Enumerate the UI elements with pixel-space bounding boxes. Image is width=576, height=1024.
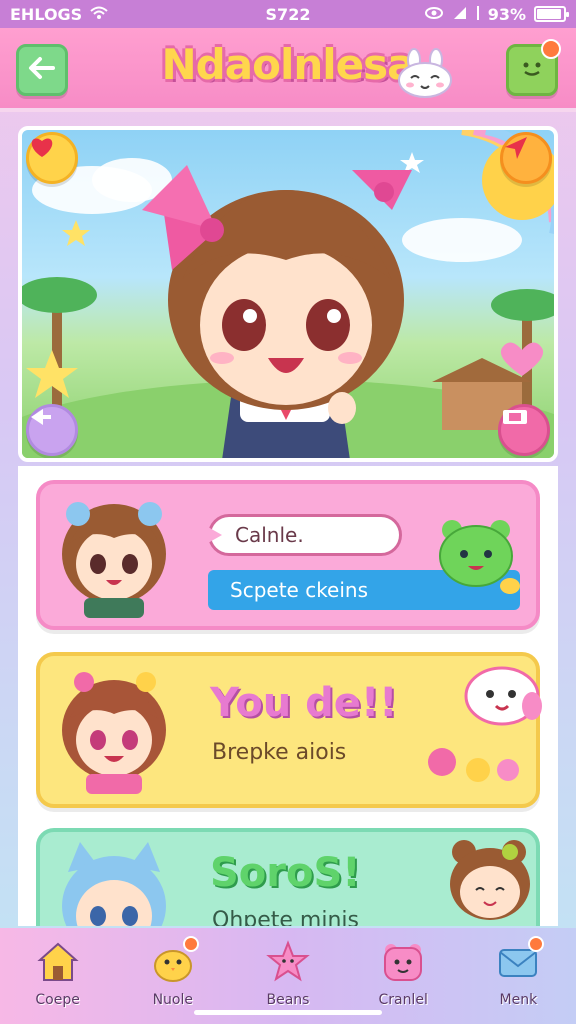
battery-icon <box>534 6 569 22</box>
app-header: Ndaolnlesa <box>0 28 576 112</box>
hero-banner <box>18 126 558 462</box>
bunny-mascot-icon <box>394 48 456 102</box>
arrow-left-icon <box>28 56 56 84</box>
previous-button[interactable] <box>26 404 78 456</box>
nav-label: Cranlel <box>378 992 428 1008</box>
favorite-button[interactable] <box>26 132 78 184</box>
share-button[interactable] <box>500 132 552 184</box>
nav-label: Beans <box>266 992 310 1008</box>
carrier-label: EHLOGS <box>10 4 83 24</box>
flower-sticker-icons <box>424 744 524 794</box>
avatar <box>54 842 174 926</box>
card-title: You de!! <box>210 680 398 726</box>
nav-label: Menk <box>499 992 538 1008</box>
house-icon <box>36 940 80 988</box>
avatar <box>54 494 174 622</box>
ghost-mascot-icon <box>456 660 546 744</box>
card-subtitle: Ohpete minis <box>212 908 359 926</box>
nav-item-beans[interactable]: Beans <box>238 940 338 1008</box>
green-bear-icon <box>430 516 522 604</box>
nav-label: Coepe <box>35 992 80 1008</box>
notification-badge <box>541 39 561 59</box>
bear-girl-icon <box>440 838 536 926</box>
bear-icon <box>381 940 425 988</box>
nav-item-home[interactable]: Coepe <box>8 940 108 1008</box>
speech-bubble: Calnle. <box>208 514 402 556</box>
back-button[interactable] <box>16 44 68 96</box>
nav-label: Nuole <box>152 992 193 1008</box>
chat-card[interactable]: Calnle. Scpete ckeins <box>36 480 540 630</box>
card-title: SoroS! <box>210 850 361 896</box>
status-bar: EHLOGS S722 93% <box>0 0 576 28</box>
notification-badge <box>528 936 545 952</box>
wifi-icon <box>90 5 108 24</box>
camera-button[interactable] <box>498 404 550 456</box>
success-card[interactable]: SoroS! Ohpete minis <box>36 828 540 926</box>
nav-item-nuole[interactable]: Nuole <box>123 936 223 1008</box>
avatar <box>54 666 174 800</box>
nav-item-cranlel[interactable]: Cranlel <box>353 940 453 1008</box>
star-icon <box>266 940 310 988</box>
character-menu-button[interactable] <box>506 39 561 96</box>
card-subtitle: Brepke aiois <box>212 740 347 765</box>
smiley-block-icon <box>516 54 548 86</box>
notification-badge <box>182 936 199 952</box>
greeting-card[interactable]: You de!! Brepke aiois <box>36 652 542 808</box>
signal-icon <box>452 5 468 24</box>
home-indicator <box>194 1010 382 1015</box>
nav-item-menk[interactable]: Menk <box>468 936 568 1008</box>
content-panel: Calnle. Scpete ckeins You de!! Brepke ai… <box>18 466 558 926</box>
eye-icon <box>424 5 444 24</box>
hero-illustration <box>22 130 554 458</box>
divider-bar-icon <box>476 5 480 24</box>
battery-percent: 93% <box>487 4 526 24</box>
